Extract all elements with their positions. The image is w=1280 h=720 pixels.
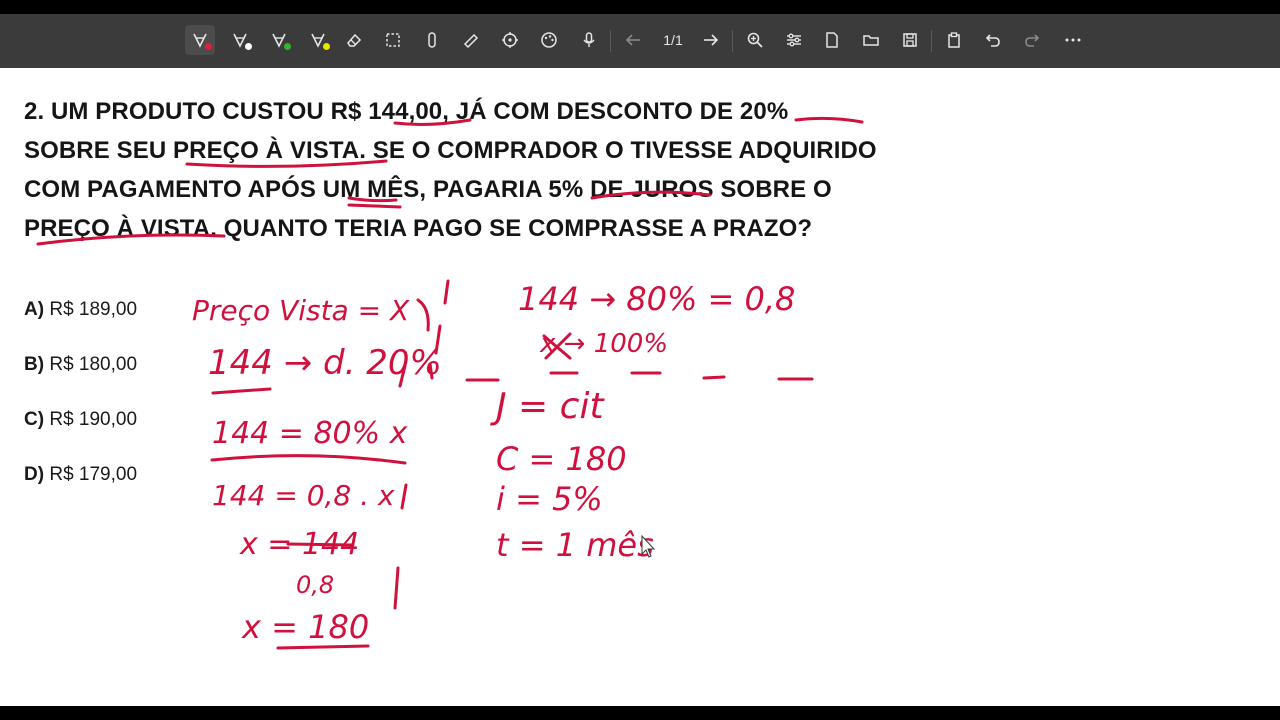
more-icon[interactable] — [1058, 25, 1088, 55]
arrow-left-icon[interactable] — [618, 25, 648, 55]
ink-right-4: C = 180 — [496, 440, 627, 478]
page-counter: 1/1 — [663, 32, 683, 48]
settings-sliders-icon[interactable] — [779, 25, 809, 55]
handwriting-layer: Preço Vista = X 144 → d. 20% 144 = 80% x… — [36, 116, 864, 650]
open-folder-icon[interactable] — [856, 25, 886, 55]
new-file-icon[interactable] — [817, 25, 847, 55]
annotation-toolbar: 1/1 — [0, 14, 1280, 69]
undo-icon[interactable] — [978, 25, 1008, 55]
underline-um-mes-2 — [347, 203, 402, 209]
ink-right-3: J = cit — [490, 386, 605, 427]
clipboard-icon[interactable] — [939, 25, 969, 55]
eraser-icon[interactable] — [339, 25, 369, 55]
ink-left-6: 0,8 — [296, 571, 334, 599]
underline-5pct-de-juros — [590, 190, 712, 200]
ink-left-7: x = 180 — [241, 608, 369, 646]
highlighter-pen-red-icon[interactable] — [185, 25, 215, 55]
pen-white-icon[interactable] — [225, 25, 255, 55]
underline-um-mes — [347, 196, 398, 203]
top-letterbox — [0, 0, 1280, 14]
redo-icon[interactable] — [1017, 25, 1047, 55]
toolbar-separator — [610, 30, 611, 52]
zoom-icon[interactable] — [740, 25, 770, 55]
toolbar-separator — [931, 30, 932, 52]
underline-20pct — [794, 116, 864, 124]
attach-icon[interactable] — [417, 25, 447, 55]
save-icon[interactable] — [895, 25, 925, 55]
move-icon[interactable] — [495, 25, 525, 55]
palette-icon[interactable] — [534, 25, 564, 55]
pen-yellow-icon[interactable] — [303, 25, 333, 55]
ink-left-2: 144 → d. 20% — [208, 343, 442, 383]
bottom-letterbox — [0, 706, 1280, 720]
ruler-icon[interactable] — [456, 25, 486, 55]
arrow-right-icon[interactable] — [696, 25, 726, 55]
underline-preco-vista-2 — [36, 233, 226, 246]
ink-left-4: 144 = 0,8 . x — [212, 479, 395, 512]
ink-left-1: Preço Vista = X — [192, 294, 410, 327]
pen-green-icon[interactable] — [264, 25, 294, 55]
ink-left-5: x = 144 — [239, 527, 359, 562]
ink-right-2: x → 100% — [539, 329, 668, 359]
microphone-icon[interactable] — [574, 25, 604, 55]
ink-left-3: 144 = 80% x — [212, 416, 408, 451]
ink-right-6: t = 1 mês — [496, 526, 654, 564]
document-page[interactable]: 2. UM PRODUTO CUSTOU R$ 144,00, JÁ COM D… — [0, 68, 1280, 706]
underline-144 — [393, 118, 472, 126]
ink-right-5: i = 5% — [496, 480, 603, 518]
underline-preco-vista — [185, 159, 388, 168]
toolbar-separator — [732, 30, 733, 52]
select-area-icon[interactable] — [378, 25, 408, 55]
ink-right-1: 144 → 80% = 0,8 — [518, 280, 795, 318]
